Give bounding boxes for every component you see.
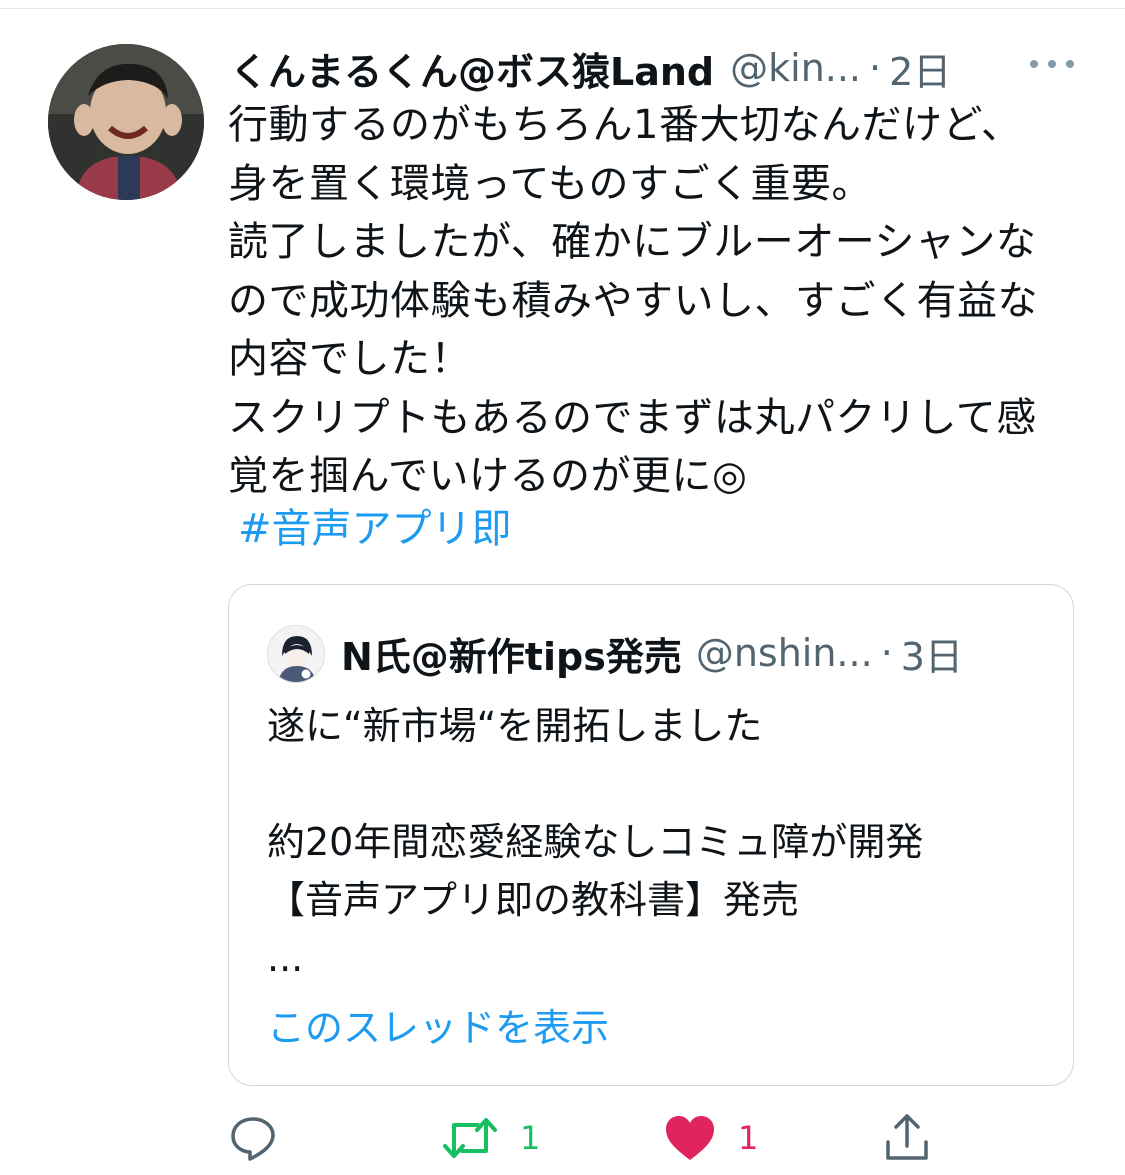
share-icon: [886, 1114, 928, 1160]
retweet-icon: [443, 1118, 497, 1158]
ellipsis-icon: [1030, 60, 1038, 68]
tweet-body-line: スクリプトもあるのでまずは丸パクリして感: [228, 394, 1037, 441]
tweet-body-line: 覚を掴んでいけるのが更に◎: [228, 453, 748, 499]
tweet-body-line: 内容でした！: [228, 336, 471, 382]
quoted-header-separator: ·: [880, 631, 893, 675]
quoted-author-avatar[interactable]: [267, 625, 325, 683]
author-avatar[interactable]: [48, 44, 204, 200]
tweet-body-line: 身を置く環境ってものすごく重要。: [228, 160, 872, 207]
quoted-avatar-image: [268, 626, 324, 682]
more-options-button[interactable]: [1030, 52, 1074, 76]
reply-icon: [231, 1117, 275, 1161]
tweet-body-line: ので成功体験も積みやすいし、すごく有益な: [228, 277, 1038, 324]
hashtag-link[interactable]: #音声アプリ即: [238, 500, 512, 558]
like-button[interactable]: 1: [664, 1108, 758, 1168]
author-handle[interactable]: @kin...: [730, 46, 861, 90]
quoted-tweet-body: 遂に“新市場“を開拓しました 約20年間恋愛経験なしコミュ障が開発 【音声アプリ…: [267, 697, 1047, 987]
quoted-body-line: [267, 755, 1047, 813]
like-count: 1: [738, 1119, 759, 1157]
retweet-button[interactable]: 1: [442, 1108, 540, 1168]
author-avatar-image: [48, 44, 204, 200]
tweet-timestamp[interactable]: 2日: [889, 41, 951, 96]
quoted-tweet-card[interactable]: N氏@新作tips発売 @nshin... · 3日 遂に“新市場“を開拓しまし…: [228, 584, 1074, 1086]
tweet-body-line: 行動するのがもちろん1番大切なんだけど、: [228, 102, 1022, 148]
heart-icon: [666, 1116, 714, 1160]
quoted-body-line: 約20年間恋愛経験なしコミュ障が開発: [267, 820, 924, 864]
tweet-header: くんまるくん@ボス猿Land @kin... · 2日: [230, 38, 1080, 98]
tweet-action-bar: 1 1: [228, 1108, 1088, 1168]
top-divider: [0, 8, 1125, 9]
author-display-name[interactable]: くんまるくん@ボス猿Land: [230, 41, 714, 96]
quoted-tweet-header: N氏@新作tips発売 @nshin... · 3日: [341, 623, 1061, 683]
header-separator: ·: [869, 46, 882, 90]
quoted-body-line: ...: [267, 936, 304, 980]
retweet-count: 1: [520, 1119, 541, 1157]
quoted-body-line: 遂に“新市場“を開拓しました: [267, 704, 763, 748]
reply-button[interactable]: [228, 1108, 278, 1168]
quoted-author-handle[interactable]: @nshin...: [696, 631, 873, 675]
quoted-author-display-name[interactable]: N氏@新作tips発売: [341, 626, 682, 681]
share-button[interactable]: [882, 1108, 932, 1168]
show-thread-link[interactable]: このスレッドを表示: [267, 999, 609, 1057]
tweet-body-line: 読了しましたが、確かにブルーオーシャンな: [228, 219, 1037, 265]
tweet-body: 行動するのがもちろん1番大切なんだけど、 身を置く環境ってものすごく重要。 読了…: [228, 96, 1088, 506]
quoted-body-line: 【音声アプリ即の教科書】発売: [267, 878, 800, 922]
quoted-tweet-timestamp[interactable]: 3日: [901, 626, 963, 681]
